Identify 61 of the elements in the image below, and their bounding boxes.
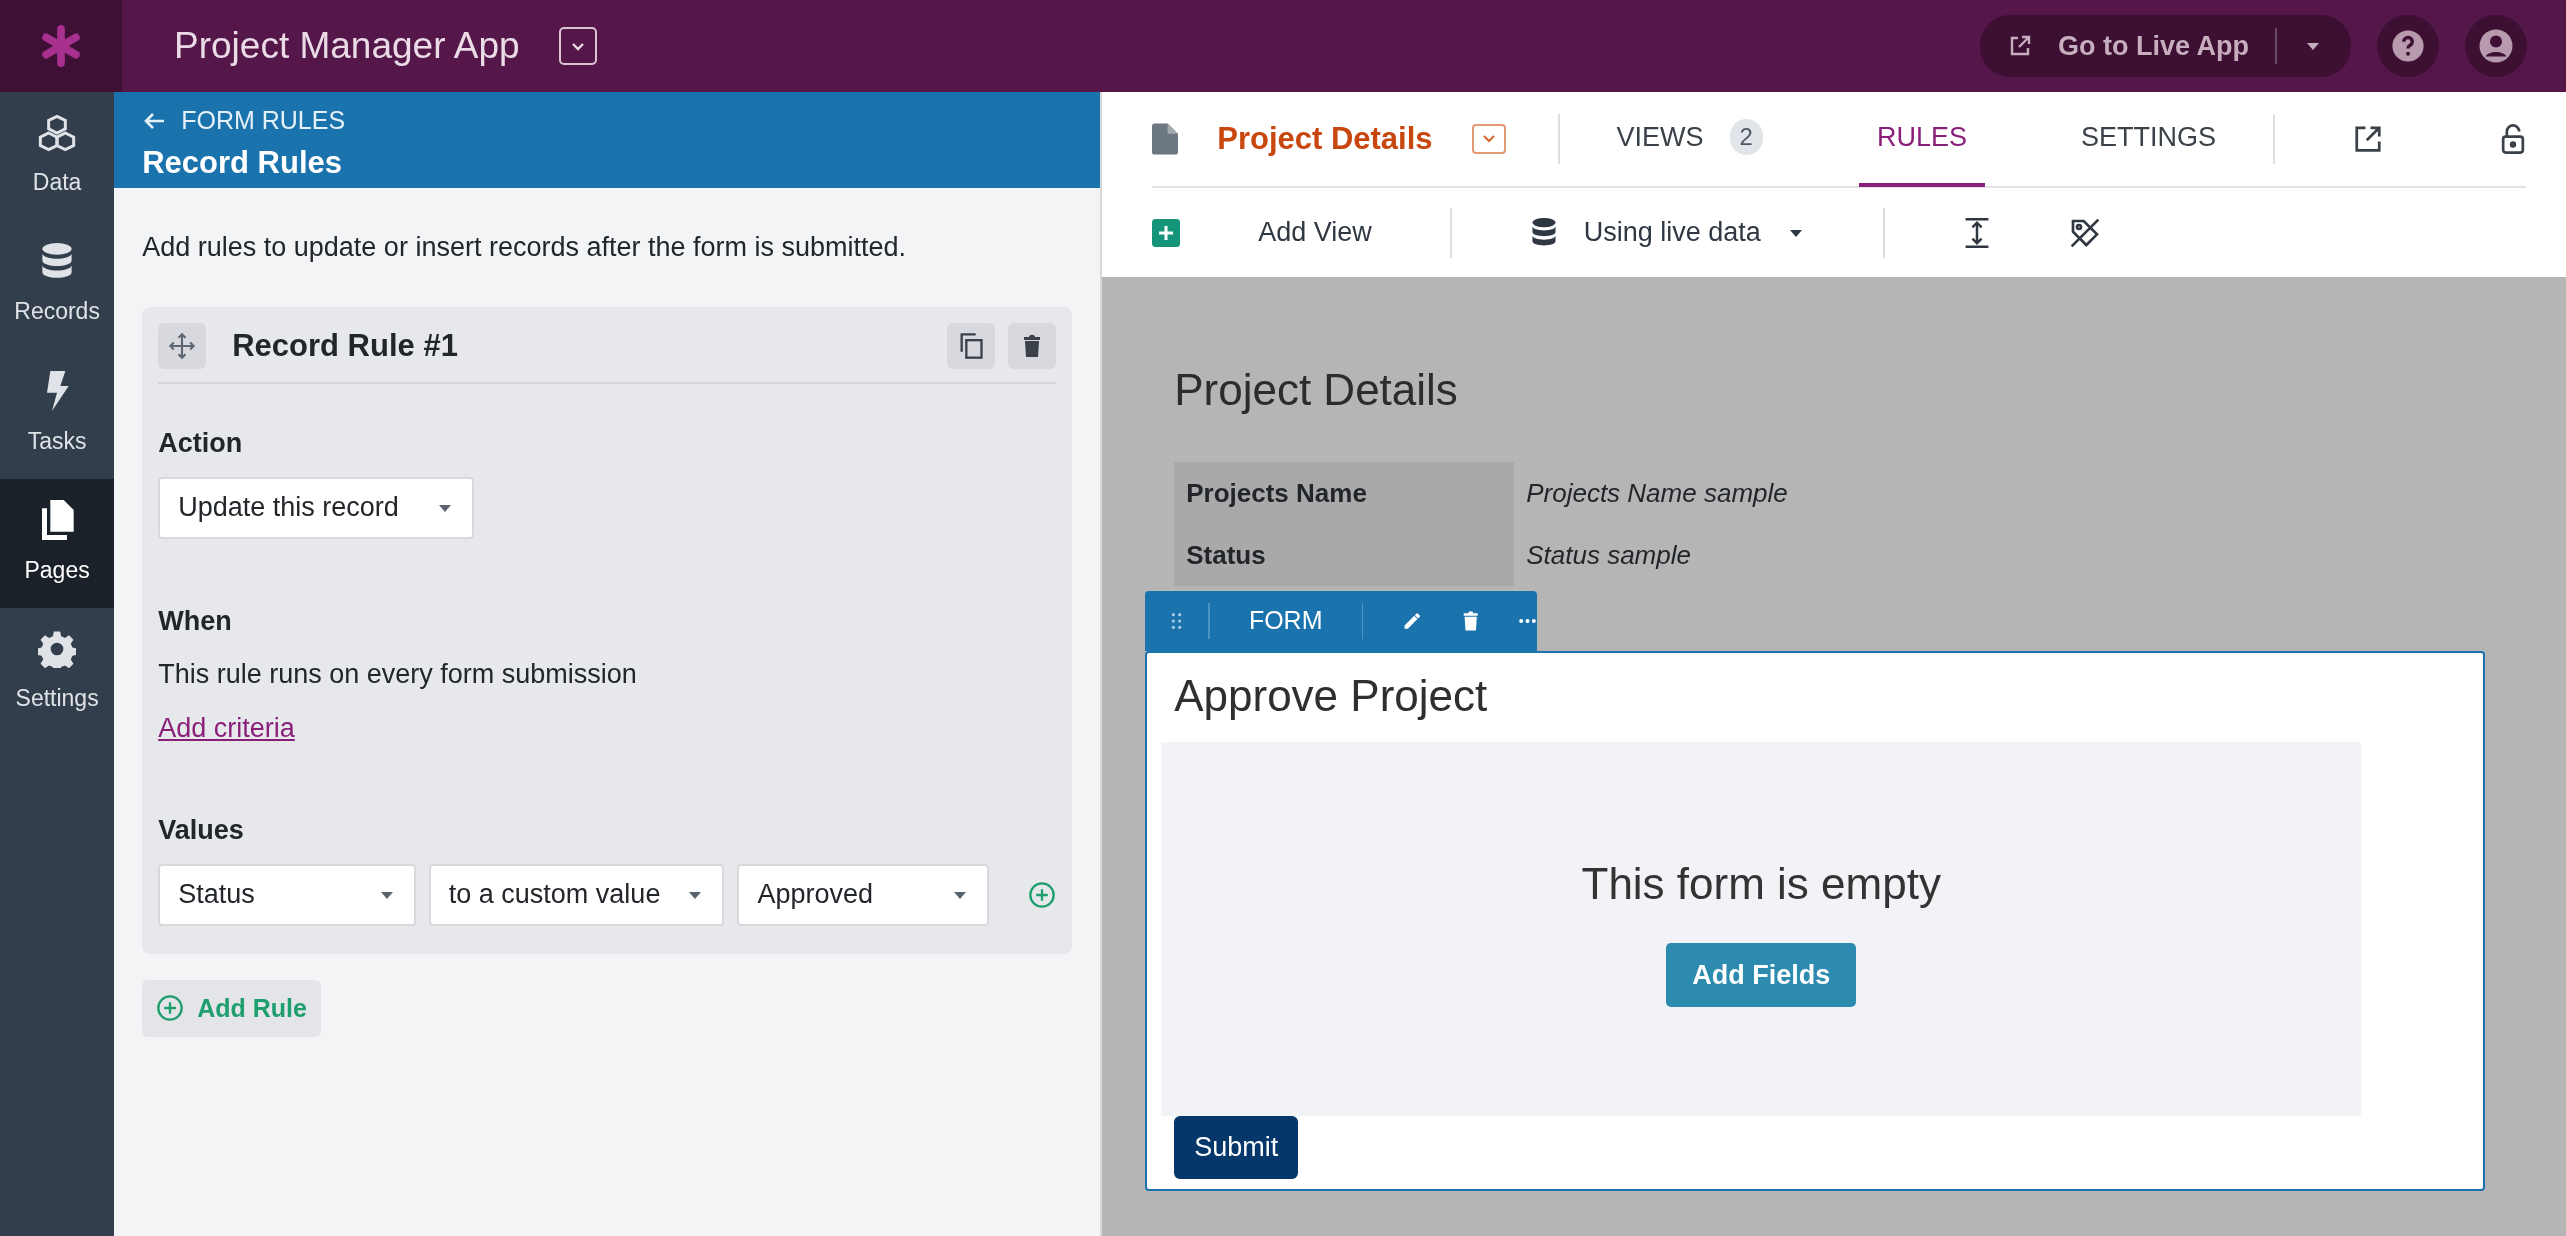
when-description: This rule runs on every form submission bbox=[158, 658, 638, 691]
sidebar-item[interactable]: Records bbox=[0, 221, 115, 350]
open-external-icon[interactable] bbox=[2353, 124, 2383, 154]
field-value: Projects Name sample bbox=[1525, 476, 1789, 510]
tab[interactable]: RULES bbox=[1858, 91, 1985, 187]
add-view-button[interactable]: Add View bbox=[1152, 212, 1372, 253]
form-label: FORM bbox=[1247, 605, 1324, 637]
move-handle-button[interactable] bbox=[158, 322, 207, 369]
external-link-icon bbox=[2008, 34, 2032, 58]
details-heading: Project Details bbox=[1174, 364, 1459, 416]
panel-title: Record Rules bbox=[142, 143, 344, 182]
move-icon bbox=[168, 331, 197, 360]
sidebar-item[interactable]: Data bbox=[0, 92, 115, 221]
form-title: Approve Project bbox=[1173, 670, 1489, 722]
add-fields-button[interactable]: Add Fields bbox=[1666, 943, 1857, 1007]
sidebar-item[interactable]: Pages bbox=[0, 479, 115, 608]
values-label: Values bbox=[158, 814, 245, 847]
submit-button[interactable]: Submit bbox=[1174, 1116, 1299, 1179]
action-dropdown[interactable]: Update this record bbox=[158, 476, 475, 539]
panel-description: Add rules to update or insert records after the form is submitted. bbox=[142, 231, 908, 264]
value-dropdown[interactable]: Approved bbox=[737, 863, 990, 926]
sidebar-item[interactable]: Tasks bbox=[0, 350, 115, 479]
empty-form-message: This form is empty bbox=[1581, 858, 1941, 910]
field-label: Projects Name bbox=[1174, 462, 1515, 524]
trash-icon[interactable] bbox=[1461, 608, 1480, 634]
trash-icon bbox=[1022, 332, 1043, 359]
database-icon bbox=[1529, 217, 1558, 248]
when-label: When bbox=[158, 604, 233, 638]
go-to-live-app-button[interactable]: Go to Live App bbox=[1980, 15, 2351, 77]
add-criteria-link[interactable]: Add criteria bbox=[158, 707, 295, 748]
lightning-icon bbox=[45, 370, 70, 411]
action-label: Action bbox=[158, 427, 244, 460]
data-source-dropdown[interactable]: Using live data bbox=[1529, 212, 1805, 253]
more-icon[interactable] bbox=[1518, 617, 1538, 625]
app-menu-button[interactable] bbox=[558, 27, 597, 65]
plus-circle-icon bbox=[156, 994, 185, 1023]
add-value-icon[interactable] bbox=[1028, 880, 1057, 909]
gear-icon bbox=[38, 629, 77, 668]
app-title: Project Manager App bbox=[174, 24, 520, 69]
page-icon bbox=[1152, 123, 1179, 155]
page-title: Project Details bbox=[1217, 119, 1433, 158]
rule-title: Record Rule #1 bbox=[232, 326, 459, 365]
field-label: Status bbox=[1174, 524, 1515, 586]
page-menu-button[interactable] bbox=[1471, 124, 1506, 154]
value-mode-dropdown[interactable]: to a custom value bbox=[428, 863, 725, 926]
delete-button[interactable] bbox=[1008, 322, 1057, 369]
tag-crossed-icon[interactable] bbox=[2068, 216, 2101, 249]
copy-button[interactable] bbox=[947, 322, 996, 369]
plus-square-icon bbox=[1152, 218, 1181, 247]
back-link[interactable]: FORM RULES bbox=[142, 102, 1073, 140]
sidebar-item[interactable]: Settings bbox=[0, 608, 115, 737]
help-icon bbox=[2391, 29, 2425, 63]
field-value: Status sample bbox=[1525, 538, 1692, 572]
count-badge: 2 bbox=[1729, 119, 1763, 155]
tab[interactable]: SETTINGS bbox=[2063, 91, 2234, 187]
copy-icon bbox=[958, 331, 985, 360]
field-dropdown[interactable]: Status bbox=[158, 863, 416, 926]
unlocked-padlock-icon[interactable] bbox=[2500, 123, 2526, 155]
documents-icon bbox=[40, 499, 75, 540]
tab[interactable]: VIEWS 2 bbox=[1598, 91, 1781, 187]
user-icon bbox=[2478, 28, 2514, 64]
